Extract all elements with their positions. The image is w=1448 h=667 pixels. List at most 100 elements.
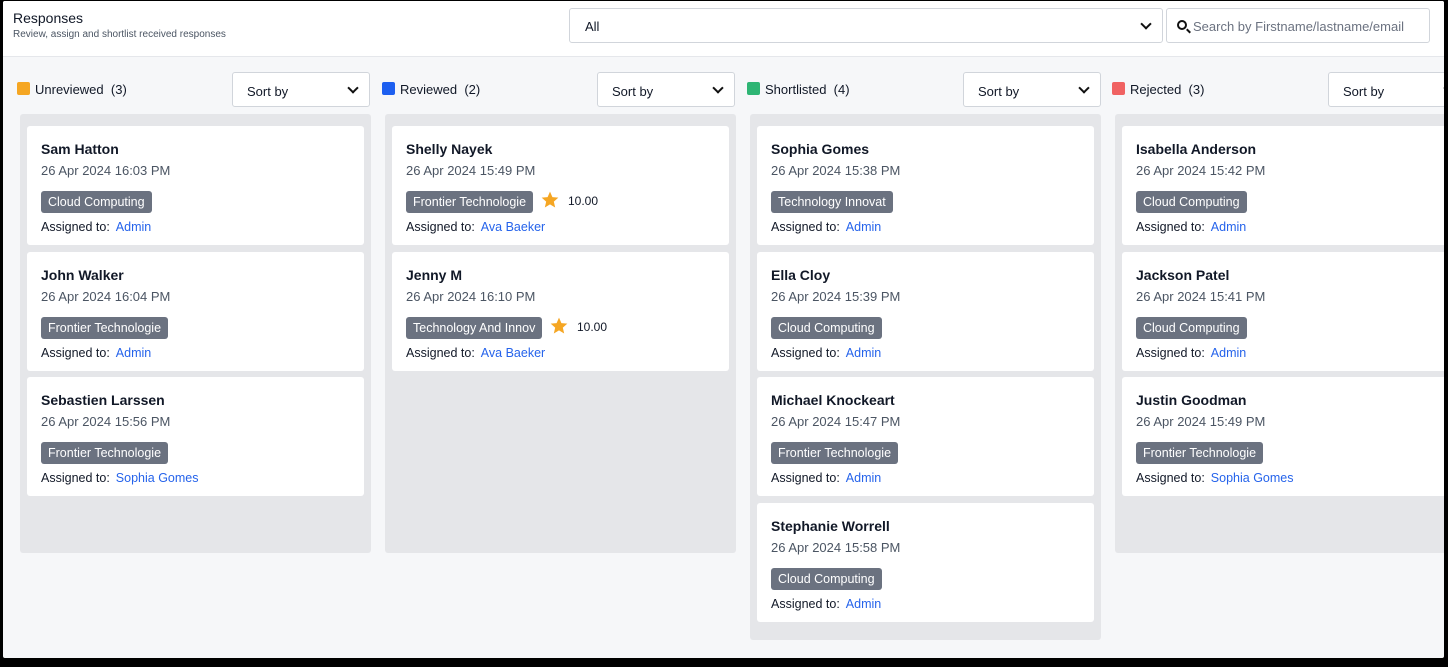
chevron-down-icon: [347, 82, 359, 94]
assigned-to-label: Assigned to:: [1136, 220, 1205, 234]
response-card[interactable]: Ella Cloy 26 Apr 2024 15:39 PM Cloud Compu…: [757, 251, 1094, 371]
respondent-name: Stephanie Worrell: [771, 517, 890, 534]
respondent-name: Sam Hatton: [41, 141, 119, 157]
status-color-swatch: [382, 82, 395, 95]
search-box[interactable]: [1166, 8, 1430, 43]
search-input[interactable]: [1193, 15, 1423, 37]
assigned-to: Assigned to: Admin: [41, 220, 151, 234]
column-lane-shortlisted: Sophia Gomes 26 Apr 2024 15:38 PM Technolo…: [750, 114, 1101, 640]
respondent-name: Shelly Nayek: [406, 141, 493, 157]
chevron-down-icon: [1078, 82, 1090, 94]
column-lane-reviewed: Shelly Nayek 26 Apr 2024 15:49 PM Frontier…: [385, 114, 736, 553]
category-tag: Cloud Computing: [1136, 316, 1247, 339]
response-date: 26 Apr 2024 15:49 PM: [1136, 414, 1266, 429]
response-card[interactable]: Jackson Patel 26 Apr 2024 15:41 PM Cloud C…: [1122, 251, 1444, 371]
category-tag: Cloud Computing: [41, 191, 152, 213]
response-date: 26 Apr 2024 15:41 PM: [1136, 288, 1266, 304]
response-card[interactable]: Sam Hatton 26 Apr 2024 16:03 PM Cloud Comp…: [27, 126, 364, 245]
assigned-to: Assigned to: Ava Baeker: [406, 220, 545, 234]
status-color-swatch: [17, 82, 30, 95]
column-title: Reviewed (2): [400, 82, 481, 97]
column-lane-rejected: Isabella Anderson 26 Apr 2024 15:42 PM Clo…: [1115, 114, 1444, 553]
assignee-link[interactable]: Sophia Gomes: [1211, 471, 1294, 485]
respondent-name: John Walker: [41, 266, 124, 283]
chevron-down-icon: [1443, 82, 1444, 94]
chevron-down-icon: [1140, 18, 1152, 30]
respondent-name: Isabella Anderson: [1136, 141, 1257, 157]
column-lane-unreviewed: Sam Hatton 26 Apr 2024 16:03 PM Cloud Comp…: [20, 114, 371, 553]
assigned-to: Assigned to: Sophia Gomes: [41, 471, 198, 485]
assignee-link[interactable]: Admin: [1211, 220, 1246, 234]
assigned-to: Assigned to: Admin: [1136, 346, 1246, 360]
response-date: 26 Apr 2024 16:03 PM: [41, 163, 171, 178]
sort-by-select-reviewed[interactable]: Sort by: [597, 72, 735, 107]
category-tag: Frontier Technologie: [771, 442, 899, 464]
assignee-link[interactable]: Admin: [116, 220, 151, 234]
respondent-name: Ella Cloy: [771, 266, 831, 283]
response-card[interactable]: Isabella Anderson 26 Apr 2024 15:42 PM Clo…: [1122, 126, 1444, 245]
status-color-swatch: [1112, 82, 1125, 95]
assignee-link[interactable]: Admin: [846, 471, 881, 485]
sort-by-label: Sort by: [978, 84, 1020, 99]
respondent-name: Michael Knockeart: [771, 392, 895, 408]
response-date: 26 Apr 2024 15:38 PM: [771, 163, 901, 178]
respondent-name: Sophia Gomes: [771, 141, 870, 157]
assigned-to-label: Assigned to:: [771, 596, 840, 611]
response-date: 26 Apr 2024 15:49 PM: [406, 163, 536, 178]
assignee-link[interactable]: Ava Baeker: [481, 220, 545, 234]
response-card[interactable]: John Walker 26 Apr 2024 16:04 PM Frontier …: [27, 251, 364, 371]
sort-by-label: Sort by: [247, 84, 289, 99]
assigned-to: Assigned to: Admin: [1136, 220, 1246, 234]
status-filter-select[interactable]: All: [569, 8, 1163, 43]
response-card[interactable]: Jenny M 26 Apr 2024 16:10 PM Technology An…: [392, 251, 729, 371]
assigned-to-label: Assigned to:: [41, 220, 110, 234]
assigned-to-label: Assigned to:: [771, 345, 840, 360]
category-tag: Frontier Technologie: [41, 442, 169, 464]
response-card[interactable]: Michael Knockeart 26 Apr 2024 15:47 PM Fro…: [757, 377, 1094, 496]
response-date: 26 Apr 2024 16:10 PM: [406, 288, 536, 304]
response-card[interactable]: Justin Goodman 26 Apr 2024 15:49 PM Fronti…: [1122, 377, 1444, 496]
assigned-to-label: Assigned to:: [406, 220, 475, 234]
search-icon: [1177, 20, 1187, 30]
sort-by-select-rejected[interactable]: Sort by: [1328, 72, 1444, 107]
response-card[interactable]: Stephanie Worrell 26 Apr 2024 15:58 PM Clo…: [757, 502, 1094, 622]
assignee-link[interactable]: Admin: [116, 346, 151, 360]
assignee-link[interactable]: Admin: [846, 220, 881, 234]
score-value: 10.00: [568, 194, 599, 208]
response-date: 26 Apr 2024 15:42 PM: [1136, 163, 1266, 178]
sort-by-select-unreviewed[interactable]: Sort by: [232, 72, 370, 107]
assigned-to-label: Assigned to:: [771, 471, 840, 485]
status-color-swatch: [747, 82, 760, 95]
assignee-link[interactable]: Ava Baeker: [481, 346, 545, 360]
response-card[interactable]: Shelly Nayek 26 Apr 2024 15:49 PM Frontier…: [392, 126, 729, 245]
assigned-to-label: Assigned to:: [41, 345, 110, 360]
category-tag: Frontier Technologie: [1136, 442, 1264, 464]
response-card[interactable]: Sophia Gomes 26 Apr 2024 15:38 PM Technolo…: [757, 126, 1094, 245]
assigned-to: Assigned to: Admin: [771, 597, 881, 611]
top-bar: Responses Review, assign and shortlist r…: [3, 1, 1444, 57]
assignee-link[interactable]: Sophia Gomes: [116, 471, 199, 485]
category-tag: Technology And Innov: [406, 316, 543, 339]
assignee-link[interactable]: Admin: [846, 597, 881, 611]
assigned-to-label: Assigned to:: [406, 345, 475, 360]
status-filter-value: All: [585, 19, 600, 34]
sort-by-label: Sort by: [1343, 84, 1385, 99]
page-title: Responses: [13, 10, 84, 26]
sort-by-select-shortlisted[interactable]: Sort by: [963, 72, 1101, 107]
assigned-to: Assigned to: Ava Baeker: [406, 346, 545, 360]
assigned-to-label: Assigned to:: [1136, 471, 1205, 485]
assigned-to: Assigned to: Admin: [41, 346, 151, 360]
assigned-to: Assigned to: Admin: [771, 346, 881, 360]
category-tag: Frontier Technologie: [406, 191, 534, 213]
response-card[interactable]: Sebastien Larssen 26 Apr 2024 15:56 PM Fro…: [27, 377, 364, 496]
assignee-link[interactable]: Admin: [1211, 346, 1246, 360]
assigned-to: Assigned to: Admin: [771, 220, 881, 234]
assigned-to-label: Assigned to:: [41, 471, 110, 485]
category-tag: Cloud Computing: [771, 316, 882, 339]
category-tag: Cloud Computing: [771, 567, 882, 590]
category-tag: Technology Innovat: [771, 191, 893, 213]
page-subtitle: Review, assign and shortlist received re…: [13, 29, 226, 40]
assignee-link[interactable]: Admin: [846, 346, 881, 360]
star-icon: [540, 190, 560, 210]
response-date: 26 Apr 2024 15:39 PM: [771, 288, 901, 304]
